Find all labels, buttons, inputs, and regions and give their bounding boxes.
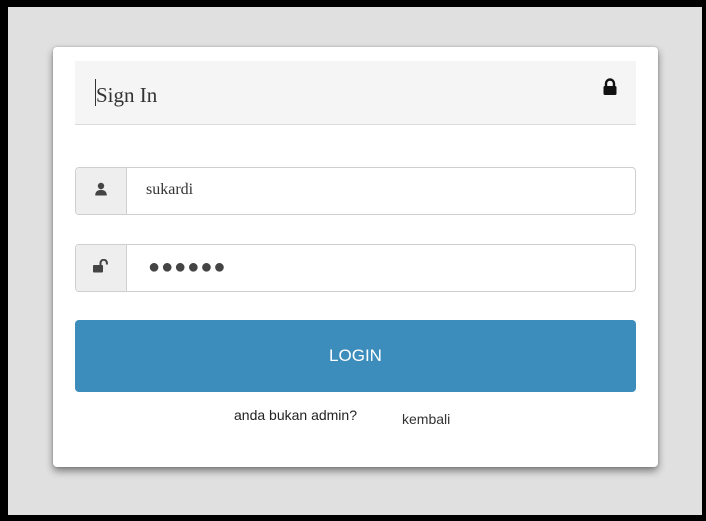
unlock-icon bbox=[92, 258, 110, 278]
username-field[interactable]: sukardi bbox=[75, 167, 636, 215]
login-card: Sign In sukardi ●●●●●● LOGIN anda bukan … bbox=[53, 47, 658, 467]
login-button[interactable]: LOGIN bbox=[75, 320, 636, 392]
user-icon bbox=[94, 182, 108, 201]
password-field[interactable]: ●●●●●● bbox=[75, 244, 636, 292]
lock-icon bbox=[602, 78, 618, 101]
username-value: sukardi bbox=[146, 181, 194, 198]
card-header: Sign In bbox=[75, 61, 636, 125]
back-link[interactable]: kembali bbox=[402, 411, 450, 427]
page-background: Sign In sukardi ●●●●●● LOGIN anda bukan … bbox=[8, 7, 702, 515]
password-value: ●●●●●● bbox=[148, 256, 227, 278]
page-title: Sign In bbox=[96, 83, 158, 107]
not-admin-text: anda bukan admin? bbox=[234, 407, 357, 423]
username-addon bbox=[76, 168, 127, 214]
password-addon bbox=[76, 245, 127, 291]
